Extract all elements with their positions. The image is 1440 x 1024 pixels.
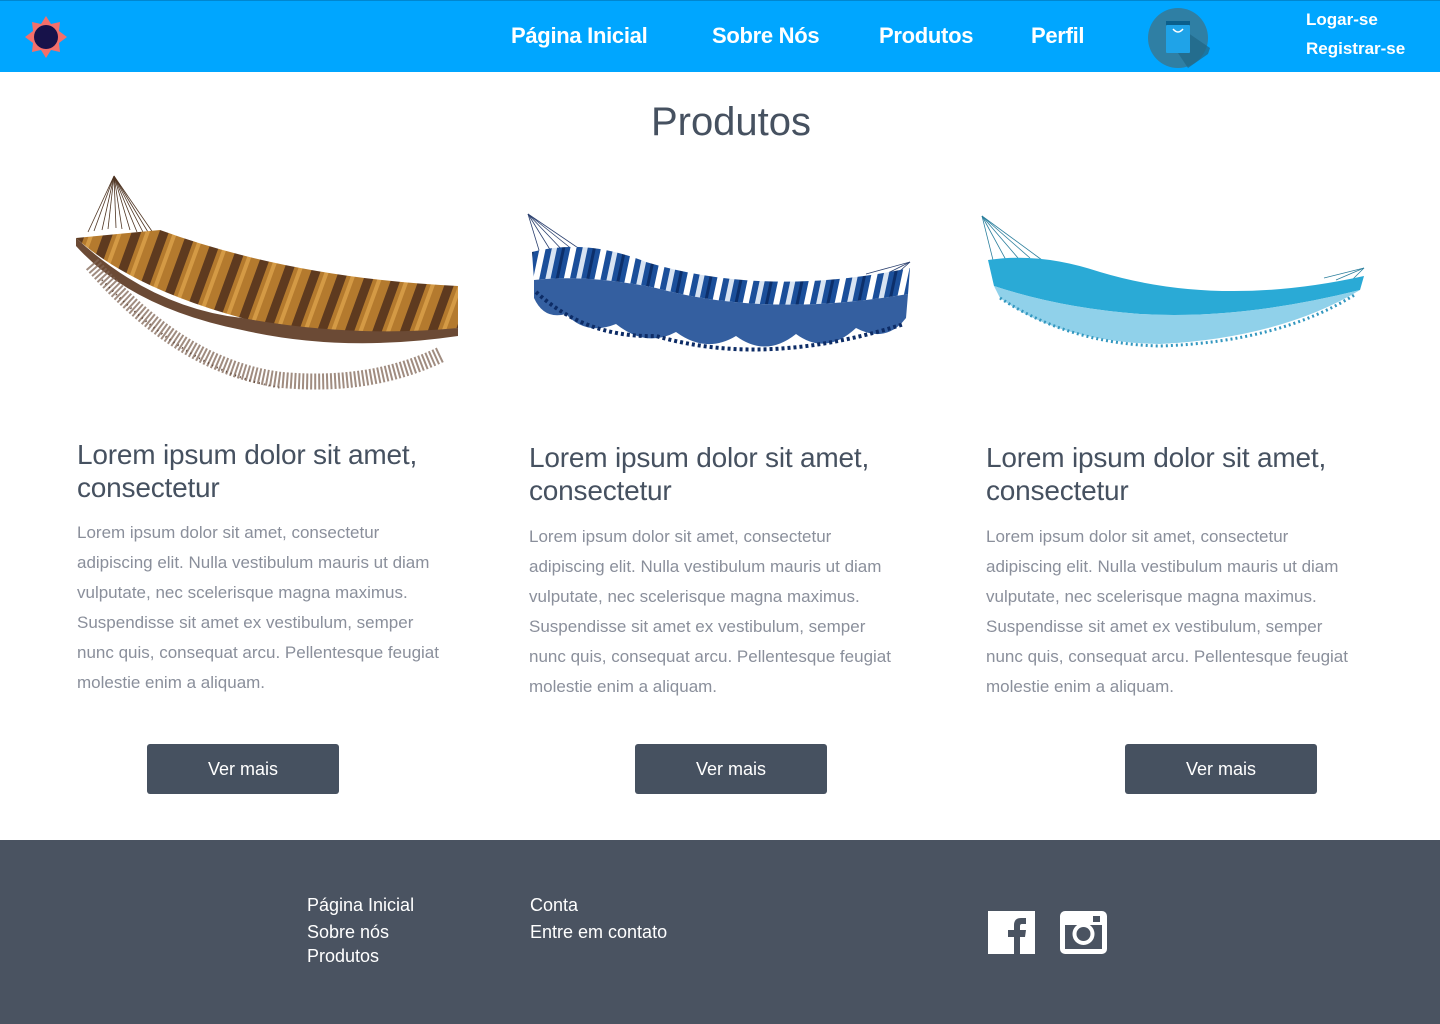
- product-description: Lorem ipsum dolor sit amet, consectetur …: [529, 527, 891, 696]
- nav-pagina-inicial[interactable]: Página Inicial: [511, 23, 648, 49]
- ver-mais-button[interactable]: Ver mais: [635, 744, 827, 794]
- footer-link-pagina-inicial[interactable]: Página Inicial: [307, 895, 414, 916]
- product-description: Lorem ipsum dolor sit amet, consectetur …: [986, 527, 1348, 696]
- logo-icon[interactable]: [24, 15, 68, 59]
- nav-produtos[interactable]: Produtos: [879, 23, 973, 49]
- ver-mais-button[interactable]: Ver mais: [1125, 744, 1317, 794]
- shopping-bag-icon[interactable]: [1148, 8, 1210, 68]
- product-title: Lorem ipsum dolor sit amet, consectetur: [529, 442, 870, 506]
- page-title: Produtos: [650, 100, 812, 144]
- ver-mais-button[interactable]: Ver mais: [147, 744, 339, 794]
- product-image-blue-striped-hammock[interactable]: [526, 168, 912, 398]
- footer-link-produtos[interactable]: Produtos: [307, 946, 379, 967]
- product-title: Lorem ipsum dolor sit amet, consectetur: [77, 439, 418, 503]
- login-link[interactable]: Logar-se: [1306, 10, 1378, 30]
- footer-link-sobre-nos[interactable]: Sobre nós: [307, 922, 389, 943]
- instagram-icon[interactable]: [1060, 911, 1107, 954]
- product-image-brown-hammock[interactable]: [72, 168, 458, 398]
- product-description: Lorem ipsum dolor sit amet, consectetur …: [77, 523, 439, 692]
- register-link[interactable]: Registrar-se: [1306, 39, 1405, 59]
- nav-perfil[interactable]: Perfil: [1031, 23, 1085, 49]
- top-navbar: Página Inicial Sobre Nós Produtos Perfil…: [0, 0, 1440, 72]
- product-image-turquoise-hammock[interactable]: [980, 168, 1366, 398]
- footer-link-conta[interactable]: Conta: [530, 895, 578, 916]
- facebook-icon[interactable]: [988, 911, 1035, 954]
- footer-link-contato[interactable]: Entre em contato: [530, 922, 667, 943]
- nav-sobre-nos[interactable]: Sobre Nós: [712, 23, 820, 49]
- product-title: Lorem ipsum dolor sit amet, consectetur: [986, 442, 1327, 506]
- footer: [0, 840, 1440, 1024]
